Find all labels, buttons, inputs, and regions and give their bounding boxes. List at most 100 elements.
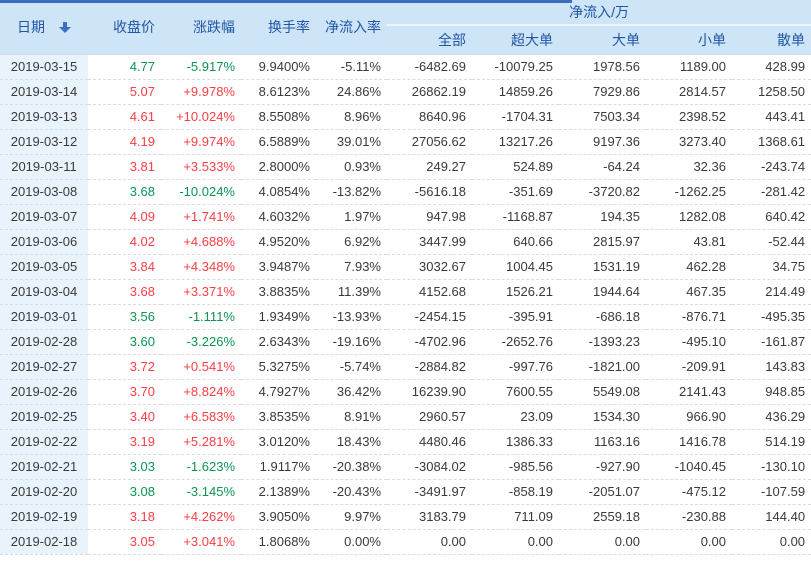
cell-super-large: 640.66 xyxy=(472,229,559,254)
cell-change: +4.262% xyxy=(161,504,241,529)
cell-retail: -243.74 xyxy=(732,154,811,179)
cell-date: 2019-02-18 xyxy=(0,529,88,554)
cell-large: -2051.07 xyxy=(559,479,646,504)
col-header-retail[interactable]: 散单 xyxy=(732,25,811,54)
col-header-change[interactable]: 涨跌幅 xyxy=(161,0,241,54)
cell-small: 966.90 xyxy=(646,404,732,429)
cell-date: 2019-02-21 xyxy=(0,454,88,479)
cell-date: 2019-03-11 xyxy=(0,154,88,179)
cell-retail: 144.40 xyxy=(732,504,811,529)
cell-turnover: 3.9050% xyxy=(241,504,316,529)
cell-large: 5549.08 xyxy=(559,379,646,404)
cell-all: 4152.68 xyxy=(387,279,472,304)
col-header-close[interactable]: 收盘价 xyxy=(88,0,161,54)
cell-all: -3491.97 xyxy=(387,479,472,504)
cell-super-large: -997.76 xyxy=(472,354,559,379)
cell-super-large: 23.09 xyxy=(472,404,559,429)
cell-super-large: -351.69 xyxy=(472,179,559,204)
col-header-large[interactable]: 大单 xyxy=(559,25,646,54)
col-header-small[interactable]: 小单 xyxy=(646,25,732,54)
cell-large: 1163.16 xyxy=(559,429,646,454)
cell-all: 16239.90 xyxy=(387,379,472,404)
cell-retail: 428.99 xyxy=(732,54,811,79)
cell-close: 3.19 xyxy=(88,429,161,454)
cell-inflow-rate: 6.92% xyxy=(316,229,387,254)
cell-all: 249.27 xyxy=(387,154,472,179)
col-header-super-large[interactable]: 超大单 xyxy=(472,25,559,54)
table-row: 2019-02-263.70+8.824%4.7927%36.42%16239.… xyxy=(0,379,811,404)
cell-close: 3.40 xyxy=(88,404,161,429)
col-header-all[interactable]: 全部 xyxy=(387,25,472,54)
cell-retail: -130.10 xyxy=(732,454,811,479)
cell-date: 2019-02-19 xyxy=(0,504,88,529)
cell-small: 467.35 xyxy=(646,279,732,304)
table-row: 2019-03-154.77-5.917%9.9400%-5.11%-6482.… xyxy=(0,54,811,79)
cell-inflow-rate: -5.11% xyxy=(316,54,387,79)
cell-all: 3183.79 xyxy=(387,504,472,529)
col-header-date-label: 日期 xyxy=(17,19,45,35)
cell-large: -64.24 xyxy=(559,154,646,179)
cell-small: 43.81 xyxy=(646,229,732,254)
table-row: 2019-02-193.18+4.262%3.9050%9.97%3183.79… xyxy=(0,504,811,529)
cell-change: +10.024% xyxy=(161,104,241,129)
cell-turnover: 2.6343% xyxy=(241,329,316,354)
cell-close: 3.72 xyxy=(88,354,161,379)
cell-super-large: -395.91 xyxy=(472,304,559,329)
table-row: 2019-02-203.08-3.145%2.1389%-20.43%-3491… xyxy=(0,479,811,504)
cell-inflow-rate: 24.86% xyxy=(316,79,387,104)
cell-close: 4.09 xyxy=(88,204,161,229)
table-row: 2019-02-253.40+6.583%3.8535%8.91%2960.57… xyxy=(0,404,811,429)
cell-small: 1189.00 xyxy=(646,54,732,79)
cell-small: -1040.45 xyxy=(646,454,732,479)
cell-all: -4702.96 xyxy=(387,329,472,354)
cell-change: +4.348% xyxy=(161,254,241,279)
cell-large: 1534.30 xyxy=(559,404,646,429)
cell-inflow-rate: 9.97% xyxy=(316,504,387,529)
col-header-turnover[interactable]: 换手率 xyxy=(241,0,316,54)
table-row: 2019-03-145.07+9.978%8.6123%24.86%26862.… xyxy=(0,79,811,104)
cell-change: +9.978% xyxy=(161,79,241,104)
cell-retail: 1368.61 xyxy=(732,129,811,154)
cell-turnover: 4.7927% xyxy=(241,379,316,404)
table-row: 2019-02-223.19+5.281%3.0120%18.43%4480.4… xyxy=(0,429,811,454)
cell-large: 0.00 xyxy=(559,529,646,554)
cell-retail: -281.42 xyxy=(732,179,811,204)
cell-turnover: 3.9487% xyxy=(241,254,316,279)
cell-retail: 640.42 xyxy=(732,204,811,229)
cell-close: 3.84 xyxy=(88,254,161,279)
cell-small: 0.00 xyxy=(646,529,732,554)
cell-inflow-rate: -13.82% xyxy=(316,179,387,204)
cell-change: +4.688% xyxy=(161,229,241,254)
cell-change: -5.917% xyxy=(161,54,241,79)
cell-change: +6.583% xyxy=(161,404,241,429)
table-row: 2019-03-083.68-10.024%4.0854%-13.82%-561… xyxy=(0,179,811,204)
cell-change: +1.741% xyxy=(161,204,241,229)
table-row: 2019-02-283.60-3.226%2.6343%-19.16%-4702… xyxy=(0,329,811,354)
cell-small: 1282.08 xyxy=(646,204,732,229)
sort-desc-icon[interactable] xyxy=(59,22,71,33)
cell-inflow-rate: 8.91% xyxy=(316,404,387,429)
cell-turnover: 4.0854% xyxy=(241,179,316,204)
cell-all: 27056.62 xyxy=(387,129,472,154)
cell-large: -1821.00 xyxy=(559,354,646,379)
cell-change: +5.281% xyxy=(161,429,241,454)
cell-close: 4.02 xyxy=(88,229,161,254)
col-header-inflow-rate[interactable]: 净流入率 xyxy=(316,0,387,54)
cell-super-large: 7600.55 xyxy=(472,379,559,404)
cell-turnover: 3.8835% xyxy=(241,279,316,304)
cell-inflow-rate: 36.42% xyxy=(316,379,387,404)
table-row: 2019-03-064.02+4.688%4.9520%6.92%3447.99… xyxy=(0,229,811,254)
cell-close: 4.19 xyxy=(88,129,161,154)
cell-turnover: 3.8535% xyxy=(241,404,316,429)
cell-close: 3.68 xyxy=(88,179,161,204)
table-row: 2019-03-074.09+1.741%4.6032%1.97%947.98-… xyxy=(0,204,811,229)
cell-small: 2814.57 xyxy=(646,79,732,104)
cell-all: -5616.18 xyxy=(387,179,472,204)
col-header-date[interactable]: 日期 xyxy=(0,0,88,54)
cell-small: 1416.78 xyxy=(646,429,732,454)
cell-large: 9197.36 xyxy=(559,129,646,154)
cell-inflow-rate: 11.39% xyxy=(316,279,387,304)
money-flow-history-panel: 日期 收盘价 涨跌幅 换手率 净流入率 净流入/万 全部 超大单 大单 小单 散… xyxy=(0,0,811,577)
cell-inflow-rate: 0.93% xyxy=(316,154,387,179)
cell-turnover: 3.0120% xyxy=(241,429,316,454)
